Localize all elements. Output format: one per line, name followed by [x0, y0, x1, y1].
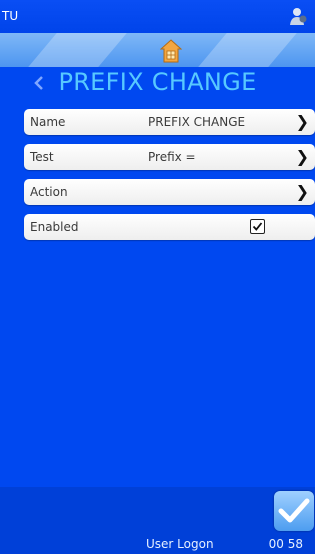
status-bar: TU [0, 0, 315, 33]
enabled-checkbox[interactable] [250, 219, 265, 234]
home-band [0, 33, 315, 67]
title-row: PREFIX CHANGE [0, 67, 315, 100]
chevron-left-icon [34, 76, 43, 90]
chevron-right-icon: ❯ [295, 147, 309, 166]
checkmark-icon [252, 222, 263, 231]
user-logon-label[interactable]: User Logon [146, 537, 214, 551]
screen-border [315, 0, 324, 554]
name-row[interactable]: Name PREFIX CHANGE ❯ [24, 109, 315, 135]
band-stripe [14, 33, 136, 67]
status-title: TU [2, 9, 19, 23]
row-value: Prefix = [148, 150, 196, 164]
footer: User Logon 00 58 [0, 533, 315, 554]
action-row[interactable]: Action ❯ [24, 179, 315, 205]
test-row[interactable]: Test Prefix = ❯ [24, 144, 315, 170]
row-label: Action [30, 185, 68, 199]
bottom-bar [0, 487, 315, 533]
row-label: Test [30, 150, 54, 164]
chevron-right-icon: ❯ [295, 182, 309, 201]
app-screen: TU PREFIX CHANGE Name PREFIX CHANGE ❯ Te… [0, 0, 315, 554]
band-stripe [184, 33, 306, 67]
row-label: Enabled [30, 220, 79, 234]
checkmark-icon [278, 498, 310, 523]
back-button[interactable] [24, 67, 54, 100]
chevron-right-icon: ❯ [295, 112, 309, 131]
confirm-button[interactable] [274, 491, 314, 531]
home-icon[interactable] [159, 39, 183, 63]
row-value: PREFIX CHANGE [148, 115, 246, 129]
row-label: Name [30, 115, 66, 129]
clock-time: 00 58 [268, 537, 303, 551]
enabled-row: Enabled [24, 214, 315, 240]
user-icon[interactable] [287, 5, 309, 27]
